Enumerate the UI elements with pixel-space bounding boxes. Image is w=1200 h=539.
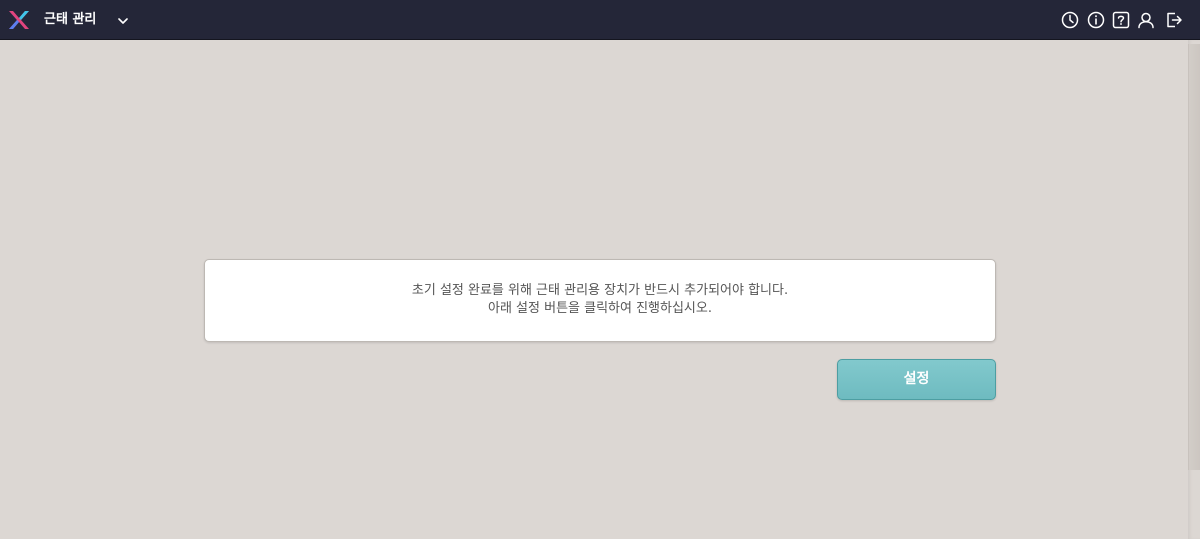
app-title[interactable]: 근태 관리 <box>44 11 96 29</box>
help-icon[interactable] <box>1111 10 1131 30</box>
chevron-down-icon[interactable] <box>116 13 130 27</box>
clock-icon[interactable] <box>1060 10 1080 30</box>
user-icon[interactable] <box>1136 10 1156 30</box>
setup-button[interactable]: 설정 <box>837 359 996 400</box>
scrollbar-thumb[interactable] <box>1188 44 1200 470</box>
app-logo-icon <box>8 9 30 31</box>
setup-notice-box: 초기 설정 완료를 위해 근태 관리용 장치가 반드시 추가되어야 합니다. 아… <box>204 259 996 342</box>
notice-message-line-2: 아래 설정 버튼을 클릭하여 진행하십시오. <box>488 301 712 316</box>
top-navigation-bar: 근태 관리 <box>0 0 1200 40</box>
info-icon[interactable] <box>1086 10 1106 30</box>
notice-message-line-1: 초기 설정 완료를 위해 근태 관리용 장치가 반드시 추가되어야 합니다. <box>411 283 789 298</box>
logout-icon[interactable] <box>1164 10 1184 30</box>
